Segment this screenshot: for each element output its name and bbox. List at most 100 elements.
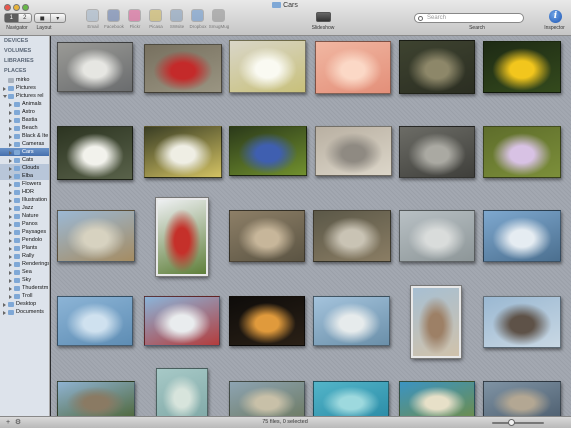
misty-sea-photo[interactable] xyxy=(399,210,475,262)
disclosure-closed-icon[interactable] xyxy=(9,294,12,299)
disclosure-closed-icon[interactable] xyxy=(9,118,12,123)
seaside-grass-photo[interactable] xyxy=(57,210,135,262)
email-icon[interactable] xyxy=(86,9,99,22)
sidebar-item[interactable]: Beach xyxy=(0,124,49,132)
stone-tower-photo[interactable] xyxy=(57,381,135,416)
sidebar-item[interactable]: Paysages xyxy=(0,228,49,236)
rocky-beach-photo[interactable] xyxy=(229,381,305,416)
forest-path-photo[interactable] xyxy=(399,40,475,94)
sidebar-item[interactable]: Documents xyxy=(0,308,49,316)
thumbnail-size-knob[interactable] xyxy=(507,419,515,426)
sidebar-item[interactable]: Illustration xyxy=(0,196,49,204)
disclosure-closed-icon[interactable] xyxy=(9,182,12,187)
harbor-photo[interactable] xyxy=(313,296,390,346)
zoom-button[interactable] xyxy=(22,4,29,11)
disclosure-closed-icon[interactable] xyxy=(9,110,12,115)
village-wall-photo[interactable] xyxy=(411,286,461,358)
disclosure-closed-icon[interactable] xyxy=(9,166,12,171)
red-plant-photo[interactable] xyxy=(156,198,208,276)
sidebar-item[interactable]: Jazz xyxy=(0,204,49,212)
disclosure-closed-icon[interactable] xyxy=(9,102,12,107)
sidebar-item[interactable]: Elba xyxy=(0,172,49,180)
disclosure-closed-icon[interactable] xyxy=(9,214,12,219)
night-town-photo[interactable] xyxy=(229,296,305,346)
sidebar-item[interactable]: Clouds xyxy=(0,164,49,172)
sidebar-item[interactable]: Pendolo xyxy=(0,236,49,244)
disclosure-closed-icon[interactable] xyxy=(9,246,12,251)
disclosure-closed-icon[interactable] xyxy=(3,86,6,91)
sidebar-item[interactable]: Astro xyxy=(0,108,49,116)
disclosure-closed-icon[interactable] xyxy=(9,150,12,155)
disclosure-closed-icon[interactable] xyxy=(3,310,6,315)
white-lilies-photo[interactable] xyxy=(57,126,133,180)
tree-road-photo[interactable] xyxy=(313,210,391,262)
white-car-photo[interactable] xyxy=(57,42,133,92)
disclosure-closed-icon[interactable] xyxy=(3,302,6,307)
section-libraries[interactable]: LIBRARIES xyxy=(0,56,49,66)
close-button[interactable] xyxy=(4,4,11,11)
white-flowers-photo[interactable] xyxy=(144,126,222,178)
sidebar-item[interactable]: Thuderstm xyxy=(0,284,49,292)
navigator-segmented[interactable]: 1 2 xyxy=(4,13,32,23)
facebook-icon[interactable] xyxy=(107,9,120,22)
sidebar-item[interactable]: Panos xyxy=(0,220,49,228)
disclosure-closed-icon[interactable] xyxy=(9,206,12,211)
search-input[interactable]: Search xyxy=(414,13,524,23)
dropbox-icon[interactable] xyxy=(191,9,204,22)
thumbnail-grid[interactable] xyxy=(51,36,571,416)
sidebar-item[interactable]: Renderings xyxy=(0,260,49,268)
sidebar-item[interactable]: Cameras xyxy=(0,140,49,148)
disclosure-closed-icon[interactable] xyxy=(9,278,12,283)
sidebar-item[interactable]: Cars xyxy=(0,148,49,156)
smugmug-icon[interactable] xyxy=(212,9,225,22)
layout-menu-button[interactable]: ▾ xyxy=(51,14,66,22)
disclosure-closed-icon[interactable] xyxy=(9,134,12,139)
disclosure-open-icon[interactable] xyxy=(3,95,7,98)
view-mode-1[interactable]: 1 xyxy=(5,14,19,22)
pebbles-photo[interactable] xyxy=(399,126,475,178)
purple-flower-photo[interactable] xyxy=(483,126,561,178)
coast-cliff-photo[interactable] xyxy=(483,210,561,262)
sidebar-item[interactable]: Desktop xyxy=(0,300,49,308)
section-volumes[interactable]: VOLUMES xyxy=(0,46,49,56)
inspector-icon[interactable]: i xyxy=(549,10,562,23)
beach-people-photo[interactable] xyxy=(315,126,392,176)
sidebar-item[interactable]: Sea xyxy=(0,268,49,276)
section-places[interactable]: PLACES xyxy=(0,66,49,76)
sidebar-item[interactable]: Nature xyxy=(0,212,49,220)
layout-grid-button[interactable]: ◼ xyxy=(35,14,51,22)
disclosure-closed-icon[interactable] xyxy=(9,142,12,147)
sidebar-item[interactable]: Bastia xyxy=(0,116,49,124)
sidebar-item[interactable]: Pictures xyxy=(0,84,49,92)
sidebar-item[interactable]: Black & Ite xyxy=(0,132,49,140)
disclosure-closed-icon[interactable] xyxy=(9,262,12,267)
disclosure-closed-icon[interactable] xyxy=(9,198,12,203)
disclosure-closed-icon[interactable] xyxy=(9,230,12,235)
yellow-flower-photo[interactable] xyxy=(483,41,561,93)
disclosure-closed-icon[interactable] xyxy=(9,126,12,131)
sidebar-item[interactable]: Sky xyxy=(0,276,49,284)
view-mode-2[interactable]: 2 xyxy=(19,14,32,22)
disclosure-closed-icon[interactable] xyxy=(9,286,12,291)
rocks-sea-photo[interactable] xyxy=(483,381,561,416)
layout-segmented[interactable]: ◼ ▾ xyxy=(34,13,66,23)
picasa-icon[interactable] xyxy=(149,9,162,22)
peach-flower-photo[interactable] xyxy=(315,41,391,94)
disclosure-closed-icon[interactable] xyxy=(9,222,12,227)
sidebar-item[interactable]: mirko xyxy=(0,76,49,84)
thumbnail-size-slider[interactable] xyxy=(492,422,544,424)
sea-horizon-photo[interactable] xyxy=(57,296,133,346)
lighthouse-photo[interactable] xyxy=(483,296,561,348)
sidebar-item[interactable]: Cats xyxy=(0,156,49,164)
sidebar-item[interactable]: Animals xyxy=(0,100,49,108)
disclosure-closed-icon[interactable] xyxy=(9,238,12,243)
sidebar-item[interactable]: Plants xyxy=(0,244,49,252)
section-devices[interactable]: DEVICES xyxy=(0,36,49,46)
sidebar-item[interactable]: Pictures rel xyxy=(0,92,49,100)
slideshow-icon[interactable] xyxy=(316,12,331,22)
market-sign-photo[interactable] xyxy=(144,296,220,346)
grass-blur-photo[interactable] xyxy=(229,210,305,262)
beach-bay-photo[interactable] xyxy=(399,381,475,416)
blue-flower-photo[interactable] xyxy=(229,126,307,176)
red-car-photo[interactable] xyxy=(144,44,222,93)
